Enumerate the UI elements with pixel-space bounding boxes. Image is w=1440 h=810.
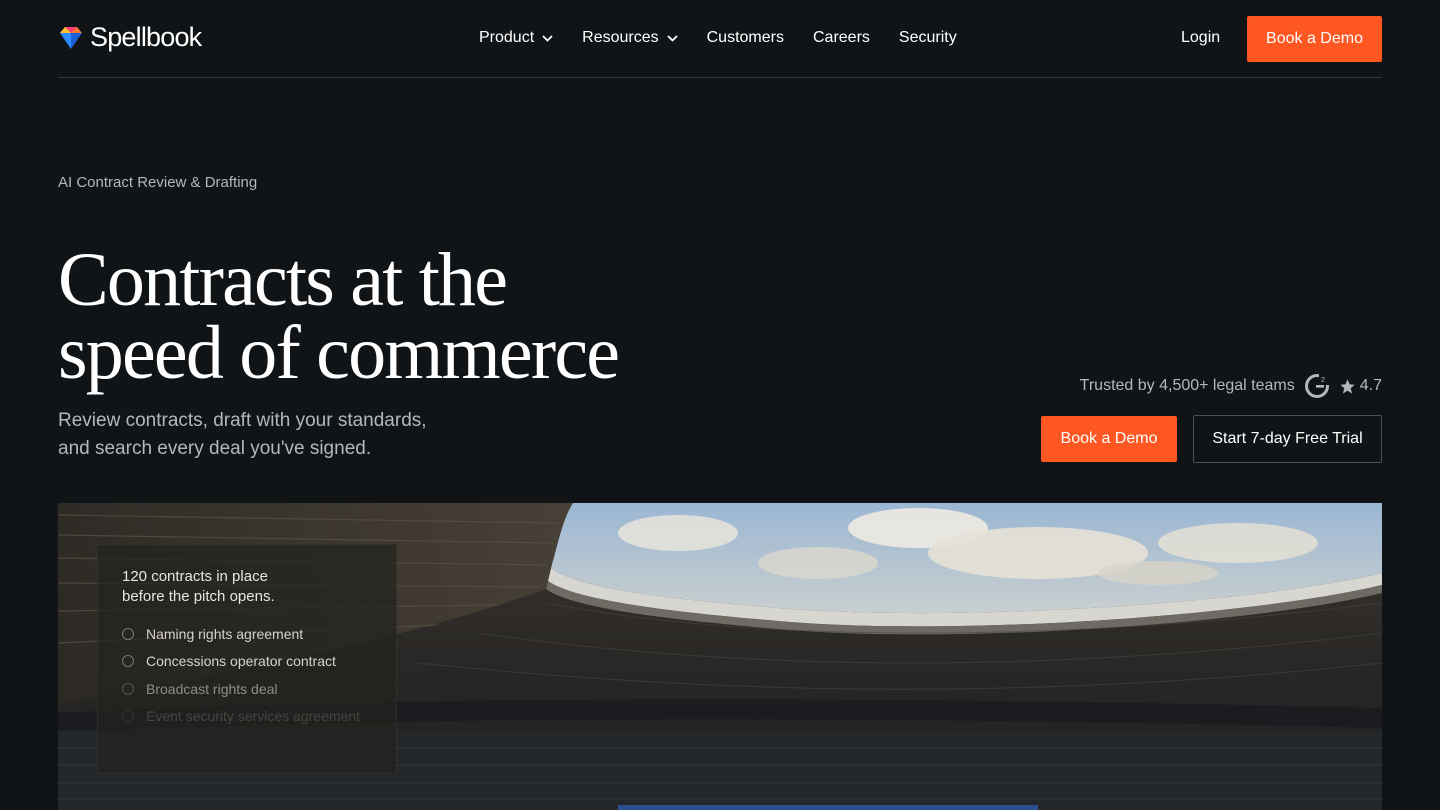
list-item-label: Broadcast rights deal [146, 680, 278, 697]
nav-resources-label: Resources [582, 29, 659, 46]
nav-careers-label: Careers [812, 29, 870, 46]
nav-customers-label: Customers [706, 29, 784, 46]
circle-icon [122, 682, 134, 695]
nav-product-label: Product [479, 29, 535, 46]
free-trial-button[interactable]: Start 7-day Free Trial [1193, 415, 1382, 463]
headline-line-1: Contracts at the [58, 238, 508, 322]
star-icon [1340, 378, 1355, 394]
circle-icon [122, 655, 134, 668]
list-item-label: Concessions operator contract [146, 653, 336, 670]
svg-text:2: 2 [1321, 377, 1325, 384]
list-item-label: Naming rights agreement [146, 625, 304, 642]
header-book-demo-button[interactable]: Book a Demo [1247, 16, 1382, 62]
hero-headline: Contracts at the speed of commerce [58, 238, 778, 395]
card-title-line-2: before the pitch opens. [122, 588, 275, 605]
nav-product[interactable]: Product [479, 29, 553, 47]
diamond-gem-icon [60, 26, 82, 49]
list-item: Broadcast rights deal [122, 675, 360, 703]
chevron-down-icon [666, 34, 678, 42]
rating-value: 4.7 [1359, 377, 1382, 394]
trust-text: Trusted by 4,500+ legal teams [1079, 377, 1295, 394]
trust-bar: Trusted by 4,500+ legal teams 2 4.7 [1080, 374, 1382, 398]
card-title-line-1: 120 contracts in place [122, 568, 268, 585]
rating: 4.7 [1339, 377, 1382, 395]
hero-eyebrow: AI Contract Review & Drafting [58, 174, 258, 191]
list-item: Naming rights agreement [122, 620, 360, 648]
contract-checklist: Naming rights agreement Concessions oper… [122, 620, 360, 730]
nav-careers[interactable]: Careers [813, 29, 870, 47]
nav-security-label: Security [898, 29, 957, 46]
brand-name: Spellbook [90, 22, 202, 52]
hero-subheadline: Review contracts, draft with your standa… [58, 407, 478, 463]
chevron-down-icon [542, 34, 553, 42]
list-item: Concessions operator contract [122, 648, 360, 676]
main-nav: Product Resources Customers Careers Secu… [479, 29, 986, 47]
nav-customers[interactable]: Customers [707, 29, 784, 47]
site-header: Spellbook Product Resources Customers Ca… [58, 0, 1382, 78]
headline-line-2: speed of commerce [58, 311, 620, 395]
login-link[interactable]: Login [1181, 29, 1220, 47]
subheadline-line-1: Review contracts, draft with your standa… [58, 410, 427, 431]
subheadline-line-2: and search every deal you've signed. [58, 438, 372, 459]
nav-resources[interactable]: Resources [582, 29, 678, 47]
brand-logo[interactable]: Spellbook [58, 22, 202, 53]
circle-icon [122, 710, 134, 723]
list-item-label: Event security services agreement [146, 708, 360, 725]
contracts-card: 120 contracts in place before the pitch … [97, 544, 397, 774]
circle-icon [122, 627, 134, 640]
g2-logo-icon: 2 [1304, 374, 1329, 398]
hero-book-demo-button[interactable]: Book a Demo [1041, 416, 1177, 462]
nav-security[interactable]: Security [899, 29, 957, 47]
card-title: 120 contracts in place before the pitch … [122, 567, 275, 607]
list-item: Event security services agreement [122, 703, 360, 731]
